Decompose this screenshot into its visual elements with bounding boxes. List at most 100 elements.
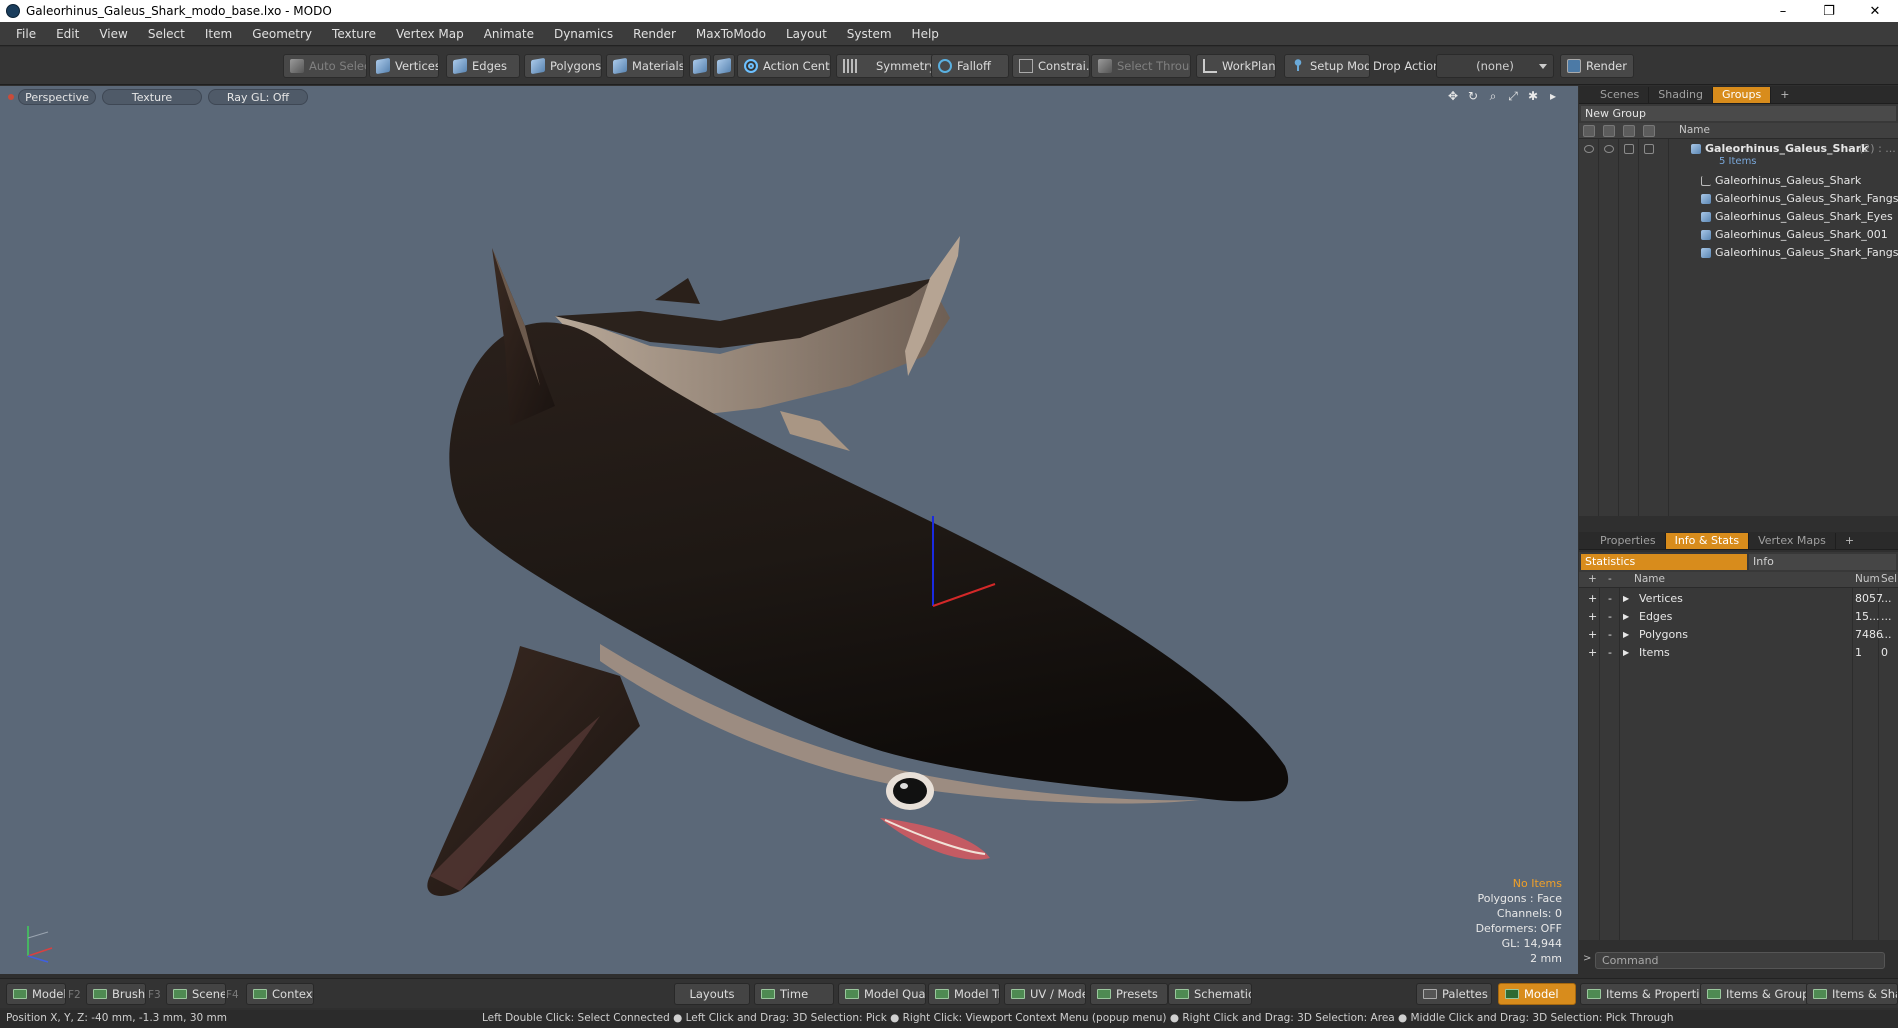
items-properties-button[interactable]: Items & Properties	[1580, 983, 1702, 1005]
collapse-minus-icon[interactable]: -	[1608, 646, 1612, 659]
falloff-button[interactable]: Falloff	[931, 54, 1009, 78]
model-tri-button[interactable]: Model Tri	[928, 983, 1000, 1005]
viewport-shading-button[interactable]: Texture	[102, 89, 202, 105]
tab-scenes[interactable]: Scenes	[1591, 86, 1650, 103]
close-button[interactable]: ✕	[1852, 0, 1898, 22]
render-toggle-icon[interactable]	[1604, 145, 1614, 153]
menu-select[interactable]: Select	[138, 27, 195, 41]
tab-statistics[interactable]: Statistics	[1581, 554, 1747, 570]
add-tab-icon[interactable]: +	[1771, 87, 1798, 103]
list-item[interactable]: Galeorhinus_Galeus_Shark	[1579, 172, 1898, 190]
render-column-icon[interactable]	[1603, 125, 1615, 137]
vertices-button[interactable]: Vertices	[369, 54, 439, 78]
tab-groups[interactable]: Groups	[1712, 86, 1772, 103]
context-layout-button[interactable]: Context	[246, 983, 314, 1005]
select-column-icon[interactable]	[1643, 125, 1655, 137]
expand-plus-icon[interactable]: +	[1588, 646, 1597, 659]
menu-edit[interactable]: Edit	[46, 27, 89, 41]
model-active-button[interactable]: Model	[1498, 983, 1576, 1005]
tab-shading[interactable]: Shading	[1649, 86, 1713, 103]
items-shading-button[interactable]: Items & Shadir	[1806, 983, 1898, 1005]
materials-button[interactable]: Materials	[606, 54, 684, 78]
viewport-menu-dot[interactable]	[8, 94, 14, 100]
table-row[interactable]: + - ▶ Edges 15... ...	[1579, 608, 1898, 626]
menu-system[interactable]: System	[837, 27, 902, 41]
menu-texture[interactable]: Texture	[322, 27, 386, 41]
time-layout-button[interactable]: Time	[754, 983, 834, 1005]
select-checkbox[interactable]	[1644, 144, 1654, 154]
select-mode-a-button[interactable]	[689, 54, 711, 78]
lock-column-icon[interactable]	[1623, 125, 1635, 137]
expand-plus-icon[interactable]: +	[1588, 592, 1597, 605]
collapse-minus-icon[interactable]: -	[1608, 610, 1612, 623]
lock-checkbox[interactable]	[1624, 144, 1634, 154]
table-row[interactable]: + - ▶ Vertices 8057 ...	[1579, 590, 1898, 608]
list-item[interactable]: Galeorhinus_Galeus_Shark_Eyes	[1579, 208, 1898, 226]
disclosure-triangle-icon[interactable]: ▶	[1623, 630, 1629, 639]
palettes-button[interactable]: Palettes	[1416, 983, 1492, 1005]
render-button[interactable]: RenderF9	[1560, 54, 1634, 78]
menu-maxtomodo[interactable]: MaxToModo	[686, 27, 776, 41]
list-item[interactable]: Galeorhinus_Galeus_Shark_001	[1579, 226, 1898, 244]
menu-layout[interactable]: Layout	[776, 27, 837, 41]
list-item[interactable]: Galeorhinus_Galeus_Shark_Fangs_...	[1579, 190, 1898, 208]
select-through-button[interactable]: Select Through	[1091, 54, 1191, 78]
schematic-button[interactable]: Schematic	[1168, 983, 1252, 1005]
disclosure-triangle-icon[interactable]: ▶	[1623, 648, 1629, 657]
menu-vertex-map[interactable]: Vertex Map	[386, 27, 474, 41]
disclosure-triangle-icon[interactable]: ▶	[1623, 612, 1629, 621]
list-item[interactable]: Galeorhinus_Galeus_Shark_Fangs_...	[1579, 244, 1898, 262]
tab-properties[interactable]: Properties	[1591, 532, 1666, 549]
settings-icon[interactable]: ✱	[1526, 89, 1540, 103]
expand-plus-icon[interactable]: +	[1588, 628, 1597, 641]
add-tab-icon[interactable]: +	[1836, 533, 1863, 549]
maximize-button[interactable]: ❐	[1806, 0, 1852, 22]
menu-help[interactable]: Help	[902, 27, 949, 41]
menu-view[interactable]: View	[89, 27, 137, 41]
model-quad-button[interactable]: Model Quad	[838, 983, 926, 1005]
minimize-button[interactable]: –	[1760, 0, 1806, 22]
arrow-icon[interactable]: ▸	[1546, 89, 1560, 103]
visibility-column-icon[interactable]	[1583, 125, 1595, 137]
command-input[interactable]: Command	[1595, 952, 1885, 969]
zoom-icon[interactable]: ⌕	[1486, 89, 1500, 103]
edges-button[interactable]: Edges	[446, 54, 520, 78]
select-mode-b-button[interactable]	[713, 54, 735, 78]
setup-mode-button[interactable]: Setup Mode	[1284, 54, 1370, 78]
group-root-row[interactable]: Galeorhinus_Galeus_Shark (2) : ... 5 Ite…	[1579, 140, 1898, 170]
table-row[interactable]: + - ▶ Polygons 7486 ...	[1579, 626, 1898, 644]
constraints-button[interactable]: Constrai...	[1012, 54, 1090, 78]
brush-layout-button[interactable]: Brush	[86, 983, 146, 1005]
menu-file[interactable]: File	[6, 27, 46, 41]
viewport-view-button[interactable]: Perspective	[18, 89, 96, 105]
menu-dynamics[interactable]: Dynamics	[544, 27, 623, 41]
fit-icon[interactable]: ⤢	[1506, 89, 1520, 103]
new-group-button[interactable]: New Group	[1581, 106, 1896, 121]
auto-select-button[interactable]: Auto Select	[283, 54, 367, 78]
viewport-raygl-button[interactable]: Ray GL: Off	[208, 89, 308, 105]
menu-render[interactable]: Render	[623, 27, 686, 41]
rotate-icon[interactable]: ↻	[1466, 89, 1480, 103]
eye-icon[interactable]	[1584, 145, 1594, 153]
tab-info[interactable]: Info	[1749, 554, 1896, 570]
tab-info-stats[interactable]: Info & Stats	[1665, 532, 1750, 549]
menu-item[interactable]: Item	[195, 27, 242, 41]
action-center-button[interactable]: Action Center	[737, 54, 831, 78]
3d-viewport[interactable]: Perspective Texture Ray GL: Off ✥ ↻ ⌕ ⤢ …	[0, 86, 1578, 974]
table-row[interactable]: + - ▶ Items 1 0	[1579, 644, 1898, 662]
command-expand-icon[interactable]: >	[1583, 953, 1591, 964]
move-icon[interactable]: ✥	[1446, 89, 1460, 103]
workplane-button[interactable]: WorkPlane	[1196, 54, 1276, 78]
model-layout-button[interactable]: Model	[6, 983, 66, 1005]
scene-layout-button[interactable]: Scene	[166, 983, 226, 1005]
uv-model-button[interactable]: UV / Model	[1004, 983, 1086, 1005]
expand-plus-icon[interactable]: +	[1588, 610, 1597, 623]
disclosure-triangle-icon[interactable]: ▶	[1623, 594, 1629, 603]
layouts-button[interactable]: Layouts	[674, 983, 750, 1005]
presets-button[interactable]: Presets	[1090, 983, 1168, 1005]
collapse-minus-icon[interactable]: -	[1608, 628, 1612, 641]
drop-action-select[interactable]: (none)	[1436, 54, 1554, 78]
items-groups-button[interactable]: Items & Groups	[1700, 983, 1808, 1005]
polygons-button[interactable]: Polygons	[524, 54, 602, 78]
menu-animate[interactable]: Animate	[474, 27, 544, 41]
